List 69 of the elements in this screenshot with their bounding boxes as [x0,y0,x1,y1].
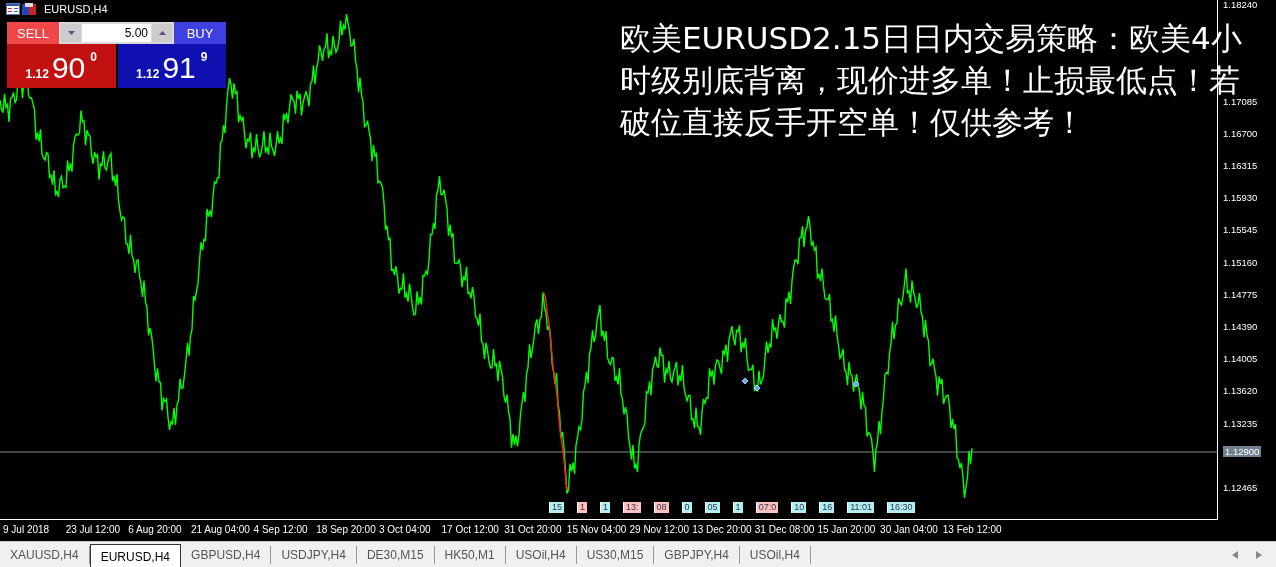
price-label: 1.17085 [1223,96,1258,107]
time-label: 13 Feb 12:00 [942,524,1002,535]
price-label: 1.15160 [1223,257,1258,268]
caret-up-icon [158,31,166,35]
time-label: 29 Nov 12:00 [629,524,689,535]
event-marker[interactable]: 10 [791,502,807,513]
price-label: 1.16315 [1223,161,1258,171]
time-label: 9 Jul 2018 [3,524,50,535]
time-label: 18 Sep 20:00 [316,524,376,535]
price-label: 1.13235 [1223,418,1258,429]
chart-tab[interactable]: USOil,H4 [505,546,577,564]
chart-window-icon [6,3,20,15]
price-label: 1.15930 [1223,193,1258,204]
volume-field[interactable]: 5.00 [82,24,151,42]
time-label: 23 Jul 12:00 [65,524,121,535]
time-label: 30 Jan 04:00 [880,524,938,535]
trade-marker-icon [741,377,749,385]
event-marker[interactable]: 16:30 [887,502,915,513]
event-marker[interactable]: 11:01 [847,502,875,513]
trade-marker-icon [753,384,761,392]
chart-tab[interactable]: XAUUSD,H4 [0,546,90,564]
scroll-right-icon[interactable] [1256,551,1262,559]
time-label: 21 Aug 04:00 [190,524,250,535]
increase-button[interactable] [152,24,172,42]
overlay-text: 破位直接反手开空单！仅供参考！ [620,107,1085,137]
time-label: 15 Nov 04:00 [566,524,627,535]
chart-tab[interactable]: US30,M15 [576,546,655,564]
time-label: 6 Aug 20:00 [128,524,182,535]
scroll-left-icon[interactable] [1232,551,1238,559]
chart-tab[interactable]: USOil,H4 [739,546,811,564]
event-marker[interactable]: 1 [732,502,743,513]
time-label: 31 Oct 20:00 [504,524,562,535]
chart-tab[interactable]: GBPUSD,H4 [181,546,272,564]
chart-tab[interactable]: EURUSD,H4 [89,544,182,567]
event-marker[interactable]: 13: [623,502,641,513]
event-marker[interactable]: 15 [549,502,564,513]
price-label: 1.14775 [1223,289,1258,300]
price-label: 1.16700 [1223,128,1258,139]
buy-button[interactable]: BUY [174,22,226,44]
event-marker[interactable]: 0 [681,502,692,513]
current-price-label: 1.12900 [1223,446,1262,457]
event-marker[interactable]: 16 [819,502,835,513]
price-label: 1.12465 [1223,483,1258,493]
price-label: 1.14390 [1223,322,1258,332]
trade-icon [22,3,36,15]
chart-tab[interactable]: DE30,M15 [356,546,435,564]
sell-button[interactable]: SELL [7,22,59,44]
time-label: 3 Oct 04:00 [378,524,431,535]
event-marker[interactable]: 1 [577,502,588,513]
event-marker[interactable]: 05 [704,502,720,513]
price-label: 1.13620 [1223,386,1258,397]
chart-tab[interactable]: USDJPY,H4 [271,546,357,564]
event-marker[interactable]: 07:0 [755,502,779,513]
trade-marker-icon [852,380,860,388]
caret-down-icon [67,31,75,35]
chart-tab[interactable]: GBPJPY,H4 [654,546,740,564]
decrease-button[interactable] [61,24,81,42]
chart-tab[interactable]: HK50,M1 [434,546,506,564]
event-marker[interactable]: 1 [600,502,611,513]
time-label: 17 Oct 12:00 [441,524,499,535]
time-label: 15 Jan 20:00 [817,524,876,535]
time-label: 13 Dec 20:00 [692,524,752,535]
price-label: 1.14005 [1223,354,1258,365]
time-label: 4 Sep 12:00 [253,524,308,535]
time-label: 31 Dec 08:00 [754,524,815,535]
price-label: 1.18240 [1223,0,1258,10]
event-marker[interactable]: 08 [653,502,669,513]
price-label: 1.15545 [1223,225,1258,236]
chart-title: EURUSD,H4 [44,3,108,15]
